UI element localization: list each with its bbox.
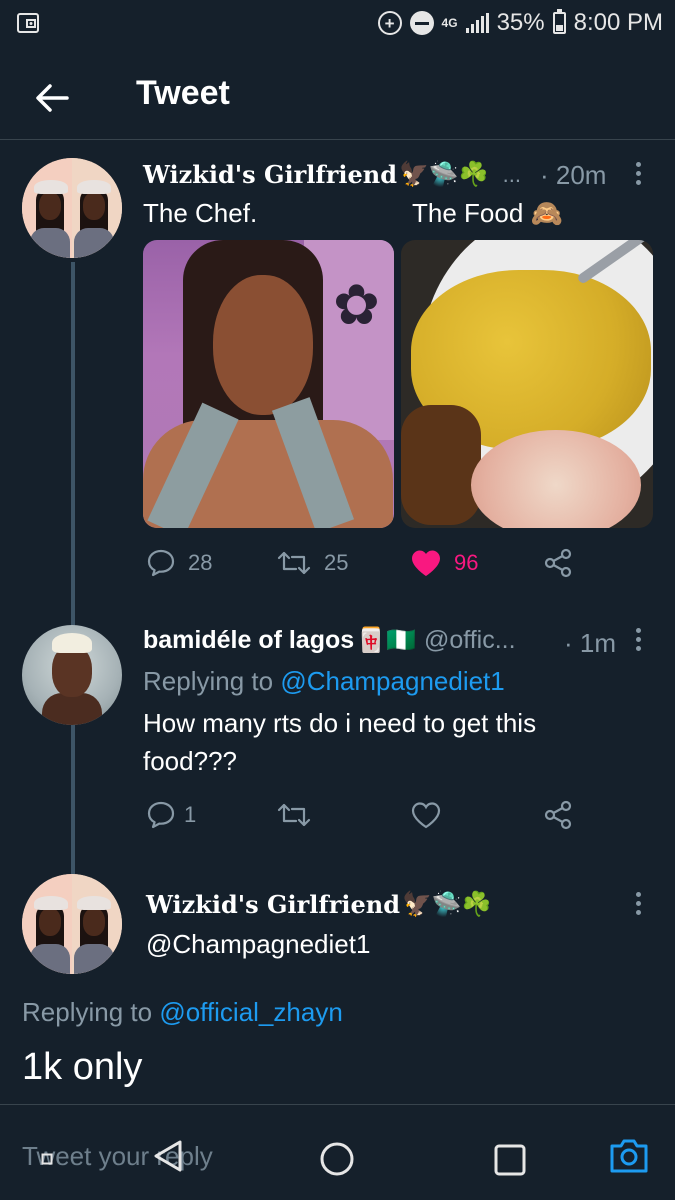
retweet-icon <box>277 551 311 575</box>
nav-recents-small[interactable] <box>40 1152 54 1166</box>
display-name[interactable]: Wizkid's Girlfriend <box>146 890 400 919</box>
like-count: 96 <box>454 550 479 575</box>
handle[interactable]: @Champagnediet1 <box>146 925 370 963</box>
name-emojis: 🦅🛸☘️ <box>401 891 492 918</box>
retweet-button[interactable]: 25 <box>276 548 348 578</box>
reply-count: 1 <box>184 802 197 827</box>
tweet-text: How many rts do i need to get this food?… <box>143 708 537 776</box>
tweet-author-row: bamidéle of lagos 🀄🇳🇬 @offic... <box>143 626 516 655</box>
tweet-photo-chef[interactable]: ✿ <box>143 240 394 528</box>
replying-prefix: Replying to <box>22 997 153 1027</box>
tweet-author-row: Wizkid's Girlfriend 🦅🛸☘️ ... <box>143 160 521 189</box>
avatar[interactable] <box>22 874 122 974</box>
retweet-icon <box>277 803 311 827</box>
tweet-text: The Chef. <box>143 198 258 228</box>
battery-percent: 35% <box>496 9 545 36</box>
display-name[interactable]: Wizkid's Girlfriend <box>143 160 397 189</box>
clock: 8:00 PM <box>573 9 663 36</box>
share-icon <box>544 548 572 578</box>
heart-icon <box>411 802 441 829</box>
name-emojis: 🀄🇳🇬 <box>356 627 416 654</box>
tweet-author-row: Wizkid's Girlfriend 🦅🛸☘️ <box>146 890 492 919</box>
reply-button[interactable]: 28 <box>146 548 212 578</box>
reply-count: 28 <box>188 550 213 575</box>
camera-icon <box>610 1139 648 1173</box>
battery-icon <box>552 9 566 34</box>
reply-button[interactable]: 1 <box>146 800 196 830</box>
avatar[interactable] <box>22 158 122 258</box>
thread-line <box>71 262 75 874</box>
nav-recents-button[interactable] <box>492 1142 528 1178</box>
retweet-count: 25 <box>324 550 349 575</box>
back-arrow-icon <box>36 84 69 112</box>
network-type: 4G <box>441 15 458 30</box>
nav-back-button[interactable] <box>148 1136 188 1176</box>
nav-home-button[interactable] <box>318 1140 356 1178</box>
replying-to: Replying to @official_zhayn <box>22 993 343 1031</box>
status-bar: + 4G 35% 8:00 PM <box>0 0 675 46</box>
system-nav-bar <box>0 1122 600 1192</box>
page-title: Tweet <box>136 74 230 112</box>
more-icon[interactable] <box>626 624 650 654</box>
like-button[interactable] <box>410 800 442 830</box>
nav-home-icon <box>320 1142 354 1176</box>
nav-recents-icon <box>494 1144 526 1176</box>
nav-back-icon <box>154 1140 182 1172</box>
back-button[interactable] <box>30 78 74 118</box>
share-icon <box>544 800 572 830</box>
do-not-disturb-icon <box>409 11 434 35</box>
display-name[interactable]: bamidéle of lagos <box>143 626 354 655</box>
app-header: Tweet <box>0 56 675 140</box>
replying-prefix: Replying to <box>143 666 274 696</box>
data-saver-icon: + <box>377 11 402 35</box>
tweet-time: · 1m <box>564 628 616 658</box>
name-emojis: 🦅🛸☘️ <box>398 161 489 188</box>
tweet-text: The Food 🙈 <box>412 198 563 228</box>
share-button[interactable] <box>543 548 573 578</box>
tweet-text: 1k only <box>22 1046 143 1088</box>
signal-icon <box>465 13 489 33</box>
more-icon[interactable] <box>626 158 650 188</box>
more-icon[interactable] <box>626 888 650 918</box>
replying-handle[interactable]: @Champagnediet1 <box>280 666 504 696</box>
avatar[interactable] <box>22 625 122 725</box>
reply-icon <box>147 549 175 577</box>
tweet-time: · 20m <box>540 160 607 190</box>
name-ellipsis: ... <box>502 161 521 187</box>
retweet-button[interactable] <box>276 800 312 830</box>
like-button[interactable]: 96 <box>410 548 478 578</box>
heart-icon <box>412 550 440 576</box>
camera-button[interactable] <box>608 1135 650 1175</box>
reply-icon <box>147 801 175 829</box>
replying-to: Replying to @Champagnediet1 <box>143 662 505 700</box>
share-button[interactable] <box>543 800 573 830</box>
handle[interactable]: @offic... <box>424 626 516 655</box>
screenshot-icon <box>16 11 40 35</box>
tweet-photo-food[interactable] <box>401 240 653 528</box>
replying-handle[interactable]: @official_zhayn <box>159 997 342 1027</box>
